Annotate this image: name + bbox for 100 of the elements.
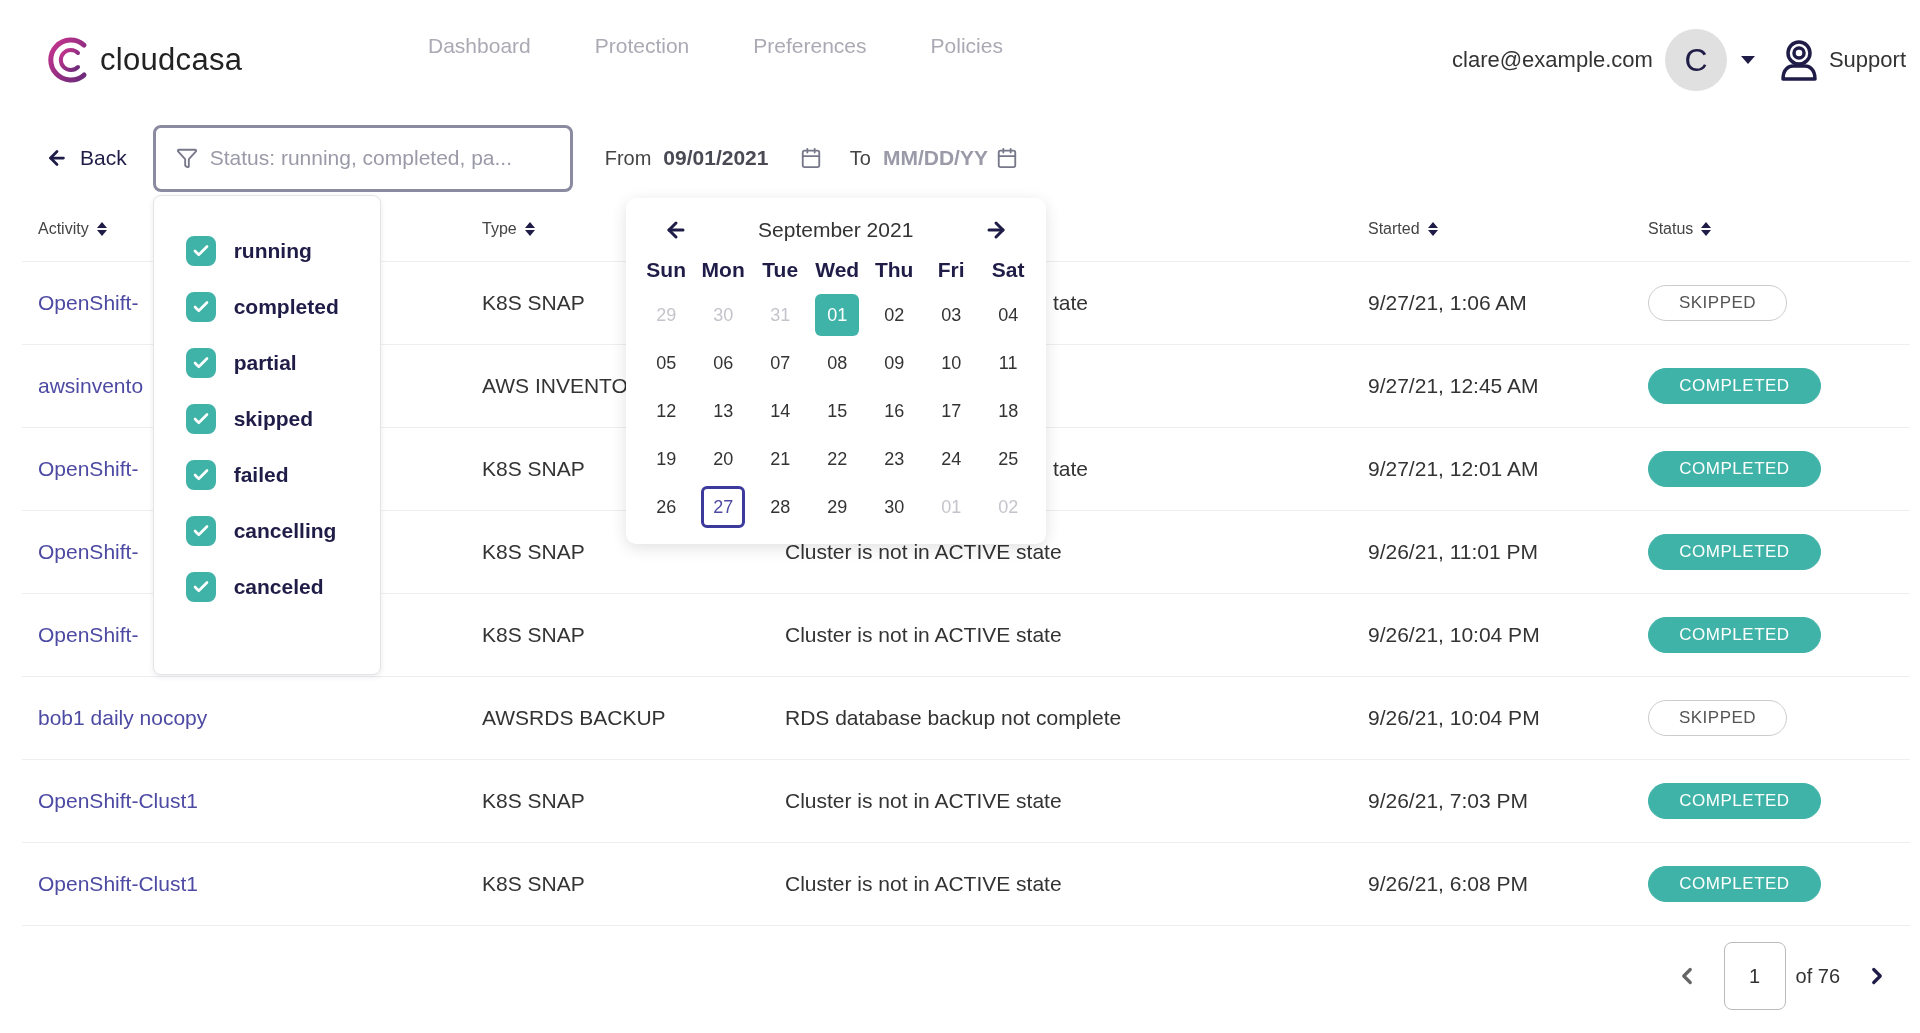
calendar-day[interactable]: 06 <box>701 342 746 384</box>
activity-link[interactable]: OpenShift-Clust1 <box>38 872 198 895</box>
user-avatar[interactable]: C <box>1664 29 1727 91</box>
calendar-icon <box>996 147 1019 169</box>
calendar-day[interactable]: 07 <box>758 342 803 384</box>
message-cell: tate <box>1053 291 1089 315</box>
activity-link[interactable]: bob1 daily nocopy <box>38 706 208 729</box>
calendar-day[interactable]: 15 <box>815 390 860 432</box>
status-badge: COMPLETED <box>1648 534 1821 570</box>
calendar-day[interactable]: 22 <box>815 438 860 480</box>
status-badge: COMPLETED <box>1648 617 1821 653</box>
weekday-label: Sat <box>990 257 1026 283</box>
calendar-day[interactable]: 13 <box>701 390 746 432</box>
status-badge: COMPLETED <box>1648 451 1821 487</box>
calendar-day[interactable]: 11 <box>986 342 1031 384</box>
month-title: September 2021 <box>758 218 914 242</box>
calendar-day[interactable]: 23 <box>872 438 917 480</box>
calendar-day[interactable]: 24 <box>929 438 974 480</box>
column-header[interactable]: Status <box>1648 219 1694 238</box>
option-label: partial <box>233 350 297 375</box>
message-cell: Cluster is not in ACTIVE state <box>785 540 1062 564</box>
calendar-day[interactable]: 14 <box>758 390 803 432</box>
checkbox[interactable] <box>185 571 216 602</box>
status-option[interactable]: completed <box>185 291 380 322</box>
status-option[interactable]: canceled <box>185 571 380 602</box>
arrow-left-icon <box>46 147 68 169</box>
status-option[interactable]: failed <box>185 459 380 490</box>
support-agent-icon <box>1778 39 1819 81</box>
option-label: completed <box>233 294 339 319</box>
type-cell: AWSRDS BACKUP <box>482 706 666 730</box>
calendar-day[interactable]: 21 <box>758 438 803 480</box>
started-cell: 9/26/21, 10:04 PM <box>1368 623 1540 647</box>
back-button[interactable]: Back <box>46 146 127 170</box>
sort-icon[interactable] <box>1701 221 1712 236</box>
status-filter-field[interactable]: Status: running, completed, pa... <box>152 124 573 192</box>
calendar-day[interactable]: 12 <box>644 390 689 432</box>
calendar-day[interactable]: 17 <box>929 390 974 432</box>
status-option[interactable]: partial <box>185 347 380 378</box>
checkbox[interactable] <box>185 347 216 378</box>
message-cell: Cluster is not in ACTIVE state <box>785 623 1062 647</box>
calendar-day[interactable]: 18 <box>986 390 1031 432</box>
calendar-day[interactable]: 30 <box>872 486 917 528</box>
status-option[interactable]: skipped <box>185 403 380 434</box>
calendar-day[interactable]: 04 <box>986 294 1031 336</box>
status-option[interactable]: running <box>185 235 380 266</box>
calendar-day[interactable]: 19 <box>644 438 689 480</box>
checkbox[interactable] <box>185 459 216 490</box>
column-header[interactable]: Activity <box>38 219 89 238</box>
calendar-day[interactable]: 16 <box>872 390 917 432</box>
option-label: canceled <box>233 574 324 599</box>
calendar-day[interactable]: 29 <box>815 486 860 528</box>
brand-name: cloudcasa <box>100 42 243 78</box>
calendar-day[interactable]: 10 <box>929 342 974 384</box>
checkbox[interactable] <box>185 235 216 266</box>
weekday-label: Sun <box>645 257 687 283</box>
page-number-field[interactable]: 1 <box>1723 942 1786 1010</box>
activity-link[interactable]: OpenShift- <box>38 291 139 314</box>
type-cell: K8S SNAP <box>482 872 585 896</box>
calendar-day[interactable]: 28 <box>758 486 803 528</box>
sort-icon[interactable] <box>1427 221 1438 236</box>
weekday-label: Wed <box>814 257 861 283</box>
activity-link[interactable]: OpenShift-Clust1 <box>38 789 198 812</box>
calendar-day[interactable]: 05 <box>644 342 689 384</box>
support-link[interactable]: Support <box>1778 39 1906 81</box>
calendar-day[interactable]: 08 <box>815 342 860 384</box>
calendar-day[interactable]: 02 <box>872 294 917 336</box>
calendar-day[interactable]: 27 <box>701 486 746 528</box>
calendar-day[interactable]: 26 <box>644 486 689 528</box>
type-cell: K8S SNAP <box>482 623 585 647</box>
sort-icon[interactable] <box>524 221 535 236</box>
started-cell: 9/26/21, 10:04 PM <box>1368 706 1540 730</box>
calendar-day[interactable]: 03 <box>929 294 974 336</box>
caret-icon[interactable] <box>1740 56 1755 64</box>
status-badge: SKIPPED <box>1648 285 1787 321</box>
checkbox[interactable] <box>185 515 216 546</box>
to-label: To <box>849 146 871 170</box>
activity-link[interactable]: awsinvento <box>38 374 144 397</box>
started-cell: 9/26/21, 11:01 PM <box>1368 540 1539 564</box>
column-header[interactable]: Started <box>1368 219 1420 238</box>
weekday-label: Thu <box>873 257 915 283</box>
checkbox[interactable] <box>185 291 216 322</box>
option-label: running <box>233 238 312 263</box>
started-cell: 9/27/21, 12:01 AM <box>1368 457 1539 481</box>
checkbox[interactable] <box>185 403 216 434</box>
message-cell: tate <box>1053 457 1089 481</box>
type-cell: K8S SNAP <box>482 540 585 564</box>
activity-link[interactable]: OpenShift- <box>38 457 139 480</box>
sort-icon[interactable] <box>96 221 107 236</box>
weekday-label: Mon <box>700 257 746 283</box>
from-label: From <box>604 146 652 170</box>
activity-link[interactable]: OpenShift- <box>38 623 139 646</box>
calendar-day[interactable]: 20 <box>701 438 746 480</box>
column-header[interactable]: Type <box>482 219 517 238</box>
calendar-day[interactable]: 09 <box>872 342 917 384</box>
user-email: clare@example.com <box>1452 47 1653 73</box>
status-option[interactable]: cancelling <box>185 515 380 546</box>
calendar-icon <box>799 147 822 169</box>
calendar-day[interactable]: 25 <box>986 438 1031 480</box>
activity-link[interactable]: OpenShift- <box>38 540 139 563</box>
started-cell: 9/27/21, 1:06 AM <box>1368 291 1527 315</box>
